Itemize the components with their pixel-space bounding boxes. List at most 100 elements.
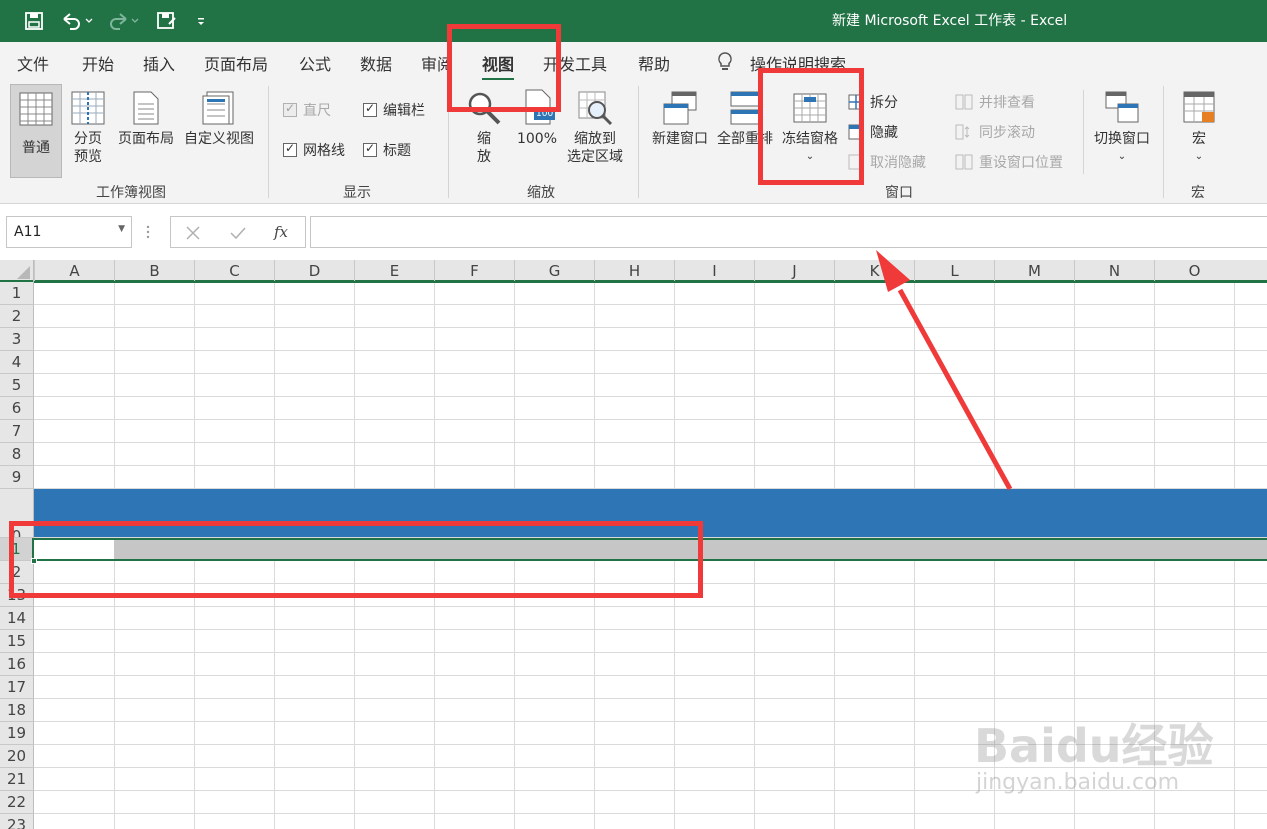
ribbon-view: 普通 分页 预览 页面布局 自定义视图 工作簿视图 直尺 编辑栏 网格线 标题 …	[0, 80, 1267, 204]
gridline	[34, 396, 1267, 397]
row-header[interactable]: 16	[0, 653, 34, 676]
column-header[interactable]: G	[514, 260, 594, 282]
row-header[interactable]: 14	[0, 607, 34, 630]
page-layout-button[interactable]: 页面布局	[114, 90, 178, 148]
drag-handle-icon[interactable]	[146, 222, 150, 242]
column-header[interactable]: C	[194, 260, 274, 282]
name-box[interactable]: A11 ▼	[6, 216, 132, 248]
column-header[interactable]: H	[594, 260, 674, 282]
gridline	[34, 606, 1267, 607]
row-header[interactable]: 1	[0, 282, 34, 305]
chevron-down-icon: ▼	[118, 224, 125, 234]
tab-home[interactable]: 开始	[82, 51, 114, 75]
watermark-brand: Baidu经验	[974, 719, 1214, 773]
header-selection-line	[34, 281, 1267, 283]
cancel-icon[interactable]	[185, 225, 201, 241]
gridline	[34, 465, 1267, 466]
macros-label: 宏	[1192, 131, 1206, 147]
redo-icon[interactable]	[106, 10, 140, 32]
gridlines-check-icon	[283, 141, 297, 157]
ruler-checkbox[interactable]: 直尺	[283, 100, 331, 120]
window-title: 新建 Microsoft Excel 工作表 - Excel	[832, 13, 1068, 29]
tab-formulas[interactable]: 公式	[299, 51, 331, 75]
row-header[interactable]: 23	[0, 814, 34, 829]
page-break-preview-button[interactable]: 分页 预览	[68, 90, 108, 166]
row-header[interactable]: 19	[0, 722, 34, 745]
insert-function-icon[interactable]: fx	[274, 223, 288, 241]
gridline	[34, 813, 1267, 814]
gridline	[34, 698, 1267, 699]
arrange-all-icon	[730, 91, 760, 125]
new-window-button[interactable]: 新建窗口	[648, 90, 712, 148]
undo-icon[interactable]	[60, 10, 94, 32]
column-header[interactable]: I	[674, 260, 754, 282]
zoom-label-1: 缩	[477, 131, 491, 147]
row-header[interactable]: 2	[0, 305, 34, 328]
normal-view-button[interactable]: 普通	[10, 84, 62, 178]
view-side-by-side-button[interactable]: 并排查看	[955, 92, 1035, 112]
row-header[interactable]: 17	[0, 676, 34, 699]
column-header[interactable]: L	[914, 260, 994, 282]
gridlines-label: 网格线	[303, 143, 345, 159]
switch-windows-button[interactable]: 切换窗口 ⌄	[1090, 90, 1154, 166]
tab-help[interactable]: 帮助	[638, 51, 670, 75]
row-header[interactable]: 21	[0, 768, 34, 791]
group-label-show: 显示	[343, 185, 371, 201]
row-header[interactable]: 5	[0, 374, 34, 397]
name-box-value: A11	[14, 224, 42, 240]
row-header[interactable]: 7	[0, 420, 34, 443]
row-header[interactable]: 8	[0, 443, 34, 466]
gridline	[34, 373, 1267, 374]
watermark-url: jingyan.baidu.com	[976, 770, 1180, 795]
synchronous-scrolling-button[interactable]: 同步滚动	[955, 122, 1035, 142]
column-header[interactable]: B	[114, 260, 194, 282]
column-header[interactable]: F	[434, 260, 514, 282]
formula-bar: A11 ▼ fx	[0, 204, 1267, 260]
column-header[interactable]: J	[754, 260, 834, 282]
row-header[interactable]: 15	[0, 630, 34, 653]
gridlines-checkbox[interactable]: 网格线	[283, 140, 345, 160]
tab-insert[interactable]: 插入	[143, 51, 175, 75]
custom-views-button[interactable]: 自定义视图	[180, 90, 258, 148]
tab-file[interactable]: 文件	[17, 51, 49, 75]
column-header[interactable]: A	[34, 260, 114, 282]
column-header[interactable]: N	[1074, 260, 1154, 282]
row-header[interactable]: 22	[0, 791, 34, 814]
menu-bar: 文件 开始 插入 页面布局 公式 数据 审阅 视图 开发工具 帮助 操作说明搜索	[0, 42, 1267, 81]
title-bar: 新建 Microsoft Excel 工作表 - Excel	[0, 0, 1267, 42]
formula-bar-checkbox[interactable]: 编辑栏	[363, 100, 425, 120]
row-header[interactable]: 9	[0, 466, 34, 489]
enter-check-icon[interactable]	[229, 225, 247, 241]
column-header[interactable]: O	[1154, 260, 1234, 282]
column-headers: ABCDEFGHIJKLMNO	[0, 260, 1267, 282]
column-header[interactable]: D	[274, 260, 354, 282]
lightbulb-icon	[716, 51, 734, 77]
new-window-icon	[663, 91, 697, 125]
column-header[interactable]: M	[994, 260, 1074, 282]
formula-bar-check-icon	[363, 101, 377, 117]
zoom-to-selection-button[interactable]: 缩放到 选定区域	[562, 90, 628, 166]
headings-checkbox[interactable]: 标题	[363, 140, 411, 160]
customize-toolbar-icon[interactable]	[196, 10, 206, 32]
row-header[interactable]: 20	[0, 745, 34, 768]
gridline	[34, 327, 1267, 328]
save-as-icon[interactable]	[156, 10, 178, 32]
gridline	[34, 675, 1267, 676]
row-header[interactable]: 18	[0, 699, 34, 722]
reset-position-icon	[955, 154, 973, 170]
reset-window-position-button[interactable]: 重设窗口位置	[955, 152, 1063, 172]
zoom-selection-icon	[578, 91, 613, 126]
row-header[interactable]: 6	[0, 397, 34, 420]
select-all-corner[interactable]	[0, 260, 34, 282]
page-layout-icon	[133, 91, 159, 125]
row-header[interactable]: 4	[0, 351, 34, 374]
formula-input[interactable]	[310, 216, 1267, 248]
zoom-selection-label-1: 缩放到	[574, 131, 616, 147]
macros-button[interactable]: 宏 ⌄	[1176, 90, 1222, 166]
column-header[interactable]: E	[354, 260, 434, 282]
tab-data[interactable]: 数据	[360, 51, 392, 75]
save-icon[interactable]	[24, 10, 44, 32]
row-header[interactable]: 3	[0, 328, 34, 351]
tab-page-layout[interactable]: 页面布局	[204, 51, 268, 75]
column-header[interactable]: K	[834, 260, 914, 282]
